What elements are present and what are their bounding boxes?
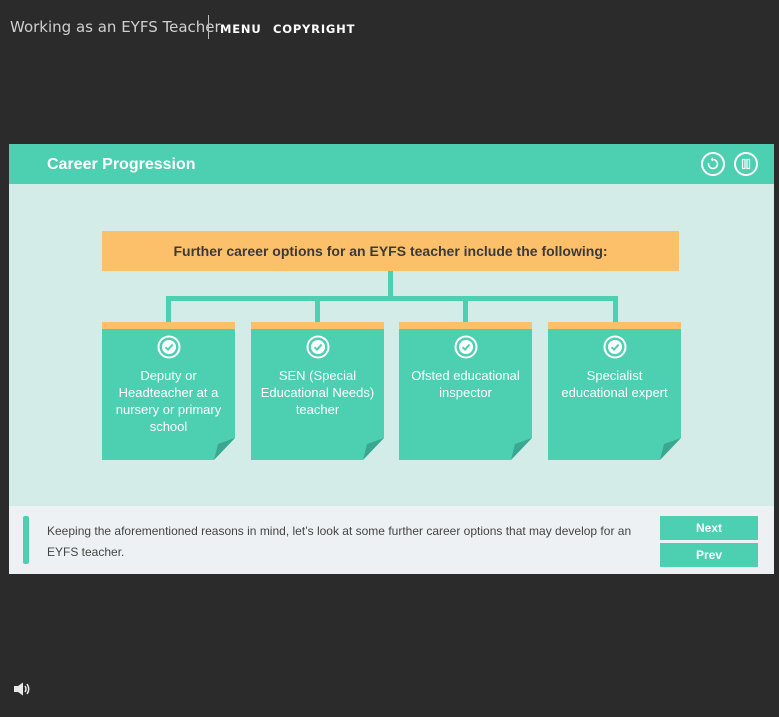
career-card-deputy-headteacher: Deputy or Headteacher at a nursery or pr…	[102, 322, 235, 460]
career-card-sen-teacher: SEN (Special Educational Needs) teacher	[251, 322, 384, 460]
career-options-heading: Further career options for an EYFS teach…	[102, 231, 679, 271]
footer-accent-bar	[23, 516, 29, 564]
career-card-ofsted-inspector: Ofsted educational inspector	[399, 322, 532, 460]
career-card-label: Specialist educational expert	[561, 368, 668, 400]
connector-branch	[166, 296, 618, 301]
connector-drop-2	[315, 296, 320, 323]
page-fold-icon	[214, 438, 235, 460]
next-button[interactable]: Next	[660, 516, 758, 540]
copyright-link[interactable]: COPYRIGHT	[273, 22, 355, 36]
career-card-label: Ofsted educational inspector	[411, 368, 520, 400]
app-title: Working as an EYFS Teacher	[10, 18, 221, 36]
replay-icon	[707, 157, 719, 170]
pause-icon	[741, 158, 751, 170]
career-card-label: SEN (Special Educational Needs) teacher	[260, 368, 375, 417]
check-icon	[306, 335, 330, 359]
slide-content: Further career options for an EYFS teach…	[9, 184, 774, 506]
speaker-icon[interactable]	[14, 682, 32, 696]
pause-button[interactable]	[734, 152, 758, 176]
slide: Career Progression Further career option…	[9, 144, 774, 574]
career-options-heading-text: Further career options for an EYFS teach…	[173, 243, 608, 259]
slide-header: Career Progression	[9, 144, 774, 184]
slide-footer: Keeping the aforementioned reasons in mi…	[9, 506, 774, 574]
page-fold-icon	[511, 438, 532, 460]
connector-drop-4	[613, 296, 618, 323]
check-icon	[603, 335, 627, 359]
career-card-label: Deputy or Headteacher at a nursery or pr…	[115, 368, 222, 434]
career-card-specialist-expert: Specialist educational expert	[548, 322, 681, 460]
title-divider	[208, 15, 209, 39]
card-top-strip	[102, 322, 235, 329]
card-top-strip	[251, 322, 384, 329]
check-icon	[157, 335, 181, 359]
card-top-strip	[548, 322, 681, 329]
page-fold-icon	[363, 438, 384, 460]
menu-link[interactable]: MENU	[220, 22, 261, 36]
connector-drop-3	[463, 296, 468, 323]
card-top-strip	[399, 322, 532, 329]
prev-button[interactable]: Prev	[660, 543, 758, 567]
connector-drop-1	[166, 296, 171, 323]
replay-button[interactable]	[701, 152, 725, 176]
top-bar: Working as an EYFS Teacher MENU COPYRIGH…	[0, 0, 779, 56]
narration-text: Keeping the aforementioned reasons in mi…	[47, 524, 632, 559]
slide-title: Career Progression	[47, 156, 196, 173]
page-fold-icon	[660, 438, 681, 460]
connector-trunk	[388, 271, 393, 297]
check-icon	[454, 335, 478, 359]
